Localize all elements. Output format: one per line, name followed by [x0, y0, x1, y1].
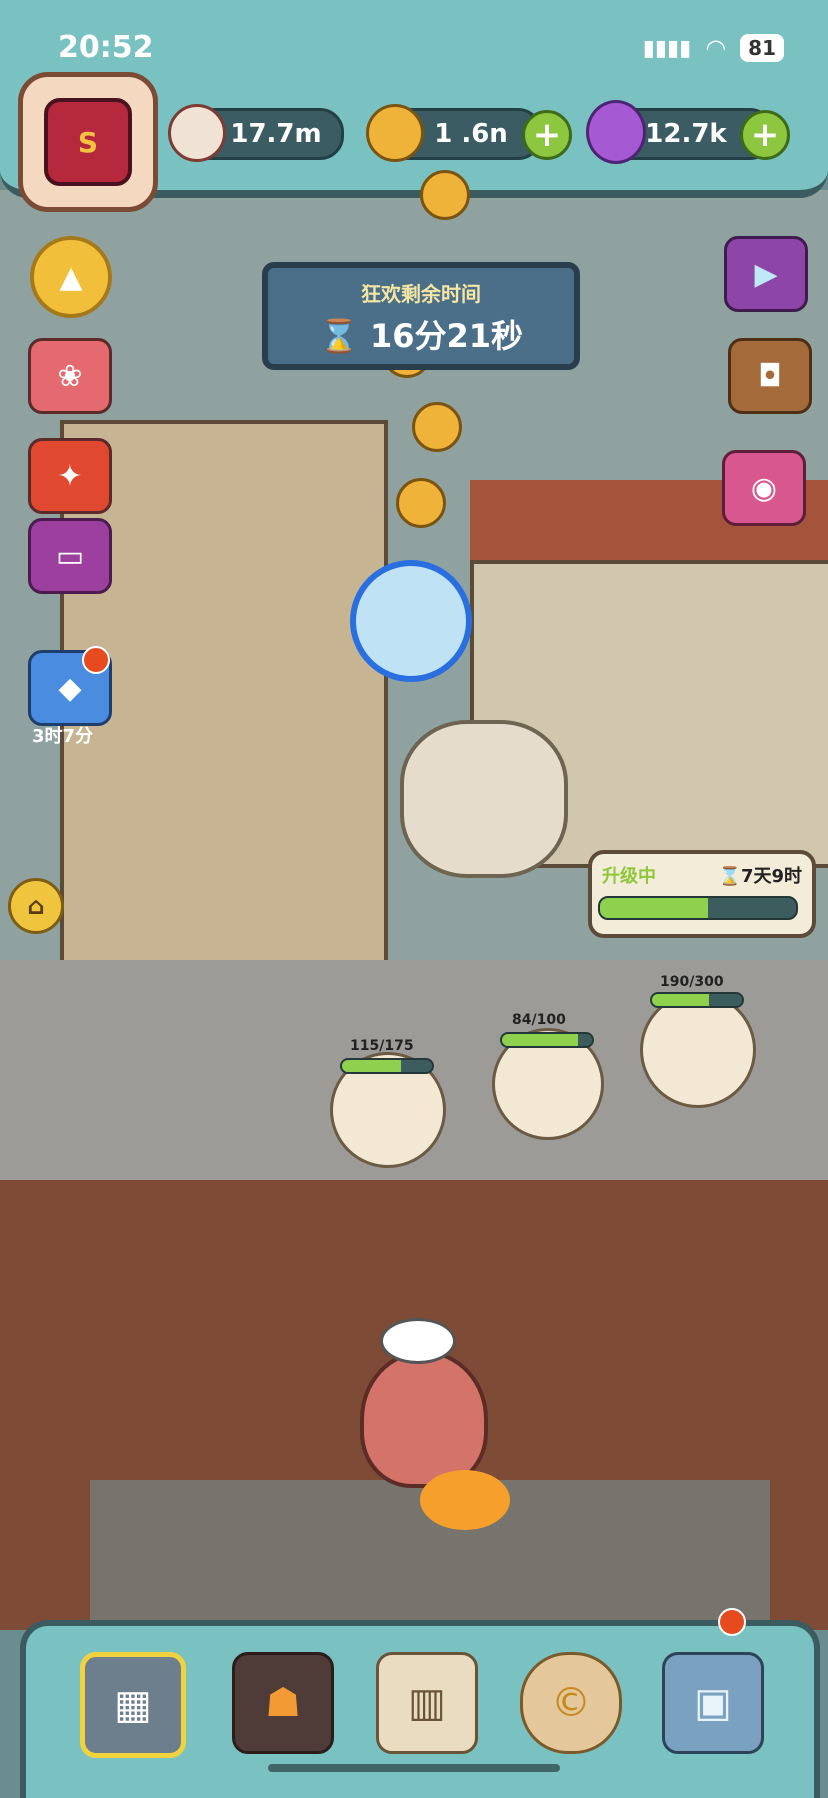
tv-ad-button[interactable]: ▶: [724, 236, 808, 312]
nav-menu-button[interactable]: ▣: [662, 1652, 764, 1754]
timed-gift-countdown: 3时7分: [32, 726, 94, 747]
gift-icon: ❀: [57, 358, 83, 394]
octopus-chef[interactable]: [360, 1350, 488, 1488]
station-count: 190/300: [660, 974, 724, 990]
home-indicator: [268, 1764, 560, 1772]
home-button[interactable]: ⌂: [8, 878, 64, 934]
eye-resource-value: 17.7m: [230, 119, 322, 149]
player-avatar[interactable]: S: [18, 72, 158, 212]
upgrade-progress-bar: [598, 896, 798, 920]
money-bag-icon: ©: [551, 1680, 591, 1726]
station-progress-fill: [342, 1060, 402, 1072]
present-button[interactable]: ✦: [28, 438, 112, 514]
carnival-timer-title: 狂欢剩余时间: [361, 282, 481, 306]
potion-icon: [586, 100, 646, 164]
chef-hat-icon: [380, 1318, 456, 1364]
backpack-button[interactable]: ◘: [728, 338, 812, 414]
cards-icon: ▭: [55, 538, 85, 574]
nav-monster-button[interactable]: ☗: [232, 1652, 334, 1754]
notification-dot: [718, 1608, 746, 1636]
station-progress-fill: [502, 1034, 578, 1046]
coin-icon: [366, 104, 424, 162]
station-progress-fill: [652, 994, 709, 1006]
nav-money-bag-button[interactable]: ©: [520, 1652, 622, 1754]
up-arrow-icon: ▲: [59, 259, 83, 295]
monster-icon: ☗: [265, 1680, 301, 1726]
potion-resource-value: 12.7k: [645, 119, 727, 149]
eyes-creature-button[interactable]: ◉: [722, 450, 806, 526]
add-coins-button[interactable]: +: [522, 110, 572, 160]
grid-menu-icon: ▣: [694, 1680, 732, 1726]
station-count: 84/100: [512, 1012, 566, 1028]
wifi-icon: ◠: [705, 34, 727, 62]
status-time: 20:52: [58, 30, 154, 65]
upgrade-panel[interactable]: 升级中 ⌛7天9时: [588, 850, 816, 938]
coin-icon: [420, 170, 470, 220]
backpack-icon: ◘: [758, 358, 782, 394]
nav-recipe-book-button[interactable]: ▥: [376, 1652, 478, 1754]
upgrade-remaining-time: ⌛7天9时: [718, 866, 802, 887]
upgrade-status-label: 升级中: [602, 866, 656, 887]
station-progress-bar: [650, 992, 744, 1008]
book-icon: ▥: [408, 1680, 446, 1726]
collapse-button[interactable]: ▲: [30, 236, 112, 318]
building-icon: ▦: [114, 1682, 152, 1728]
station-progress-bar: [500, 1032, 594, 1048]
battery-level: 81: [740, 34, 784, 62]
carnival-timer-board[interactable]: 狂欢剩余时间 ⌛ 16分21秒: [262, 262, 580, 370]
notification-dot: [82, 646, 110, 674]
carnival-time-text: 16分21秒: [369, 317, 524, 355]
station-bubble[interactable]: [640, 992, 756, 1108]
rainbow-gift-icon: ◆: [58, 670, 82, 706]
home-icon: ⌂: [27, 892, 45, 920]
carnival-timer-value: ⌛ 16分21秒: [268, 311, 574, 357]
eyes-icon: ◉: [750, 470, 778, 506]
coin-icon: [412, 402, 462, 452]
status-indicators: ▮▮▮▮ ◠ 81: [643, 34, 784, 62]
rabbit-creature: [400, 720, 568, 878]
cards-button[interactable]: ▭: [28, 518, 112, 594]
coin-resource-value: 1 .6n: [434, 119, 508, 149]
signal-icon: ▮▮▮▮: [642, 35, 692, 61]
eyeball-icon: [168, 104, 226, 162]
hourglass-icon: ⌛: [318, 317, 359, 355]
add-potion-button[interactable]: +: [740, 110, 790, 160]
gift-box-button[interactable]: ❀: [28, 338, 112, 414]
upgrade-progress-fill: [600, 898, 708, 918]
portal-orb[interactable]: [350, 560, 472, 682]
nav-building-button[interactable]: ▦: [80, 1652, 186, 1758]
hourglass-icon: ⌛: [718, 866, 741, 887]
coin-icon: [396, 478, 446, 528]
tv-icon: ▶: [754, 256, 778, 292]
present-icon: ✦: [57, 458, 83, 494]
badge-icon: S: [44, 98, 132, 186]
fire-icon: [420, 1470, 510, 1530]
station-progress-bar: [340, 1058, 434, 1074]
station-count: 115/175: [350, 1038, 414, 1054]
